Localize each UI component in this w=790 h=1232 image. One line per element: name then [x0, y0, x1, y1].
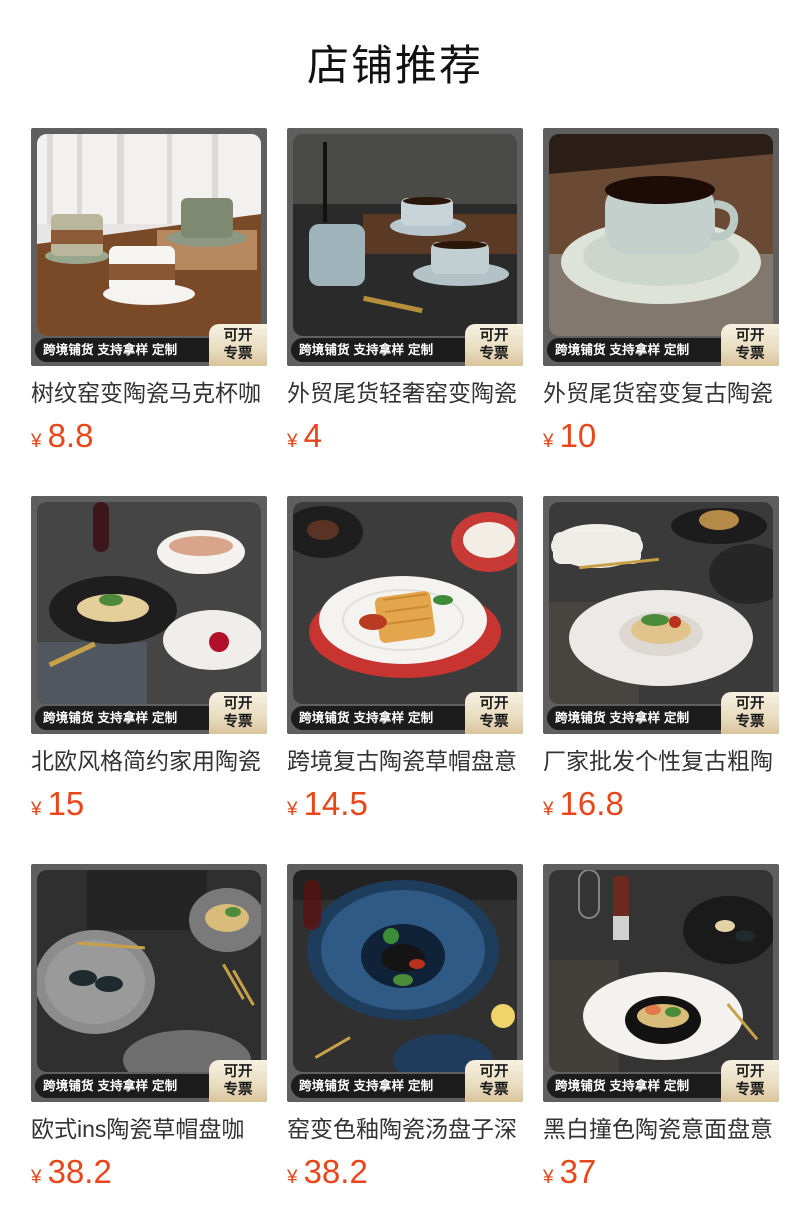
- price-value: 4: [303, 417, 322, 454]
- invoice-tag: 可开 专票: [209, 692, 267, 734]
- product-title[interactable]: 黑白撞色陶瓷意面盘意: [543, 1114, 779, 1144]
- invoice-tag: 可开 专票: [465, 692, 523, 734]
- product-image-frame: 跨境铺货 支持拿样 定制 可开 专票: [31, 864, 267, 1102]
- promo-banner: 跨境铺货 支持拿样 定制 可开 专票: [543, 324, 779, 366]
- product-image-frame: 跨境铺货 支持拿样 定制 可开 专票: [543, 128, 779, 366]
- product-image[interactable]: [293, 870, 517, 1072]
- product-price: ¥37: [543, 1154, 596, 1190]
- price-value: 15: [47, 785, 85, 822]
- promo-strip: 跨境铺货 支持拿样 定制: [35, 338, 213, 362]
- product-image[interactable]: [549, 870, 773, 1072]
- promo-strip: 跨境铺货 支持拿样 定制: [291, 338, 469, 362]
- invoice-tag: 可开 专票: [721, 1060, 779, 1102]
- product-image-frame: 跨境铺货 支持拿样 定制 可开 专票: [543, 496, 779, 734]
- product-card[interactable]: 跨境铺货 支持拿样 定制 可开 专票 北欧风格简约家用陶瓷 ¥15: [31, 496, 267, 824]
- invoice-tag: 可开 专票: [721, 324, 779, 366]
- currency-symbol: ¥: [31, 431, 42, 452]
- promo-banner: 跨境铺货 支持拿样 定制 可开 专票: [31, 692, 267, 734]
- product-card[interactable]: 跨境铺货 支持拿样 定制 可开 专票 黑白撞色陶瓷意面盘意 ¥37: [543, 864, 779, 1192]
- promo-strip: 跨境铺货 支持拿样 定制: [35, 1074, 213, 1098]
- product-card[interactable]: 跨境铺货 支持拿样 定制 可开 专票 跨境复古陶瓷草帽盘意 ¥14.5: [287, 496, 523, 824]
- promo-banner: 跨境铺货 支持拿样 定制 可开 专票: [287, 1060, 523, 1102]
- product-image-frame: 跨境铺货 支持拿样 定制 可开 专票: [543, 864, 779, 1102]
- product-price: ¥38.2: [31, 1154, 112, 1190]
- product-card[interactable]: 跨境铺货 支持拿样 定制 可开 专票 窑变色釉陶瓷汤盘子深 ¥38.2: [287, 864, 523, 1192]
- product-price: ¥15: [31, 786, 84, 822]
- product-price: ¥4: [287, 418, 322, 454]
- price-value: 10: [559, 417, 597, 454]
- product-image-frame: 跨境铺货 支持拿样 定制 可开 专票: [31, 496, 267, 734]
- invoice-tag: 可开 专票: [465, 1060, 523, 1102]
- product-card[interactable]: 跨境铺货 支持拿样 定制 可开 专票 欧式ins陶瓷草帽盘咖 ¥38.2: [31, 864, 267, 1192]
- product-image[interactable]: [37, 502, 261, 704]
- product-image[interactable]: [549, 134, 773, 336]
- invoice-tag: 可开 专票: [209, 1060, 267, 1102]
- product-card[interactable]: 跨境铺货 支持拿样 定制 可开 专票 外贸尾货窑变复古陶瓷 ¥10: [543, 128, 779, 456]
- product-image[interactable]: [37, 870, 261, 1072]
- currency-symbol: ¥: [31, 799, 42, 820]
- product-card[interactable]: 跨境铺货 支持拿样 定制 可开 专票 树纹窑变陶瓷马克杯咖 ¥8.8: [31, 128, 267, 456]
- price-value: 37: [559, 1153, 597, 1190]
- currency-symbol: ¥: [543, 1167, 554, 1188]
- promo-banner: 跨境铺货 支持拿样 定制 可开 专票: [31, 1060, 267, 1102]
- product-title[interactable]: 欧式ins陶瓷草帽盘咖: [31, 1114, 267, 1144]
- currency-symbol: ¥: [287, 799, 298, 820]
- currency-symbol: ¥: [287, 431, 298, 452]
- product-price: ¥16.8: [543, 786, 624, 822]
- promo-banner: 跨境铺货 支持拿样 定制 可开 专票: [543, 692, 779, 734]
- promo-strip: 跨境铺货 支持拿样 定制: [291, 1074, 469, 1098]
- product-card[interactable]: 跨境铺货 支持拿样 定制 可开 专票 外贸尾货轻奢窑变陶瓷 ¥4: [287, 128, 523, 456]
- currency-symbol: ¥: [287, 1167, 298, 1188]
- product-image[interactable]: [37, 134, 261, 336]
- product-image[interactable]: [549, 502, 773, 704]
- currency-symbol: ¥: [543, 431, 554, 452]
- product-title[interactable]: 北欧风格简约家用陶瓷: [31, 746, 267, 776]
- product-price: ¥38.2: [287, 1154, 368, 1190]
- product-price: ¥14.5: [287, 786, 368, 822]
- promo-banner: 跨境铺货 支持拿样 定制 可开 专票: [543, 1060, 779, 1102]
- product-image-frame: 跨境铺货 支持拿样 定制 可开 专票: [31, 128, 267, 366]
- price-value: 38.2: [303, 1153, 368, 1190]
- promo-strip: 跨境铺货 支持拿样 定制: [291, 706, 469, 730]
- product-price: ¥8.8: [31, 418, 93, 454]
- promo-banner: 跨境铺货 支持拿样 定制 可开 专票: [287, 324, 523, 366]
- promo-strip: 跨境铺货 支持拿样 定制: [547, 706, 725, 730]
- product-image[interactable]: [293, 502, 517, 704]
- promo-banner: 跨境铺货 支持拿样 定制 可开 专票: [31, 324, 267, 366]
- product-title[interactable]: 外贸尾货轻奢窑变陶瓷: [287, 378, 523, 408]
- promo-banner: 跨境铺货 支持拿样 定制 可开 专票: [287, 692, 523, 734]
- product-title[interactable]: 窑变色釉陶瓷汤盘子深: [287, 1114, 523, 1144]
- promo-strip: 跨境铺货 支持拿样 定制: [35, 706, 213, 730]
- currency-symbol: ¥: [31, 1167, 42, 1188]
- product-title[interactable]: 跨境复古陶瓷草帽盘意: [287, 746, 523, 776]
- product-title[interactable]: 树纹窑变陶瓷马克杯咖: [31, 378, 267, 408]
- product-image[interactable]: [293, 134, 517, 336]
- currency-symbol: ¥: [543, 799, 554, 820]
- product-title[interactable]: 外贸尾货窑变复古陶瓷: [543, 378, 779, 408]
- page-title: 店铺推荐: [306, 42, 483, 89]
- price-value: 38.2: [47, 1153, 112, 1190]
- product-card[interactable]: 跨境铺货 支持拿样 定制 可开 专票 厂家批发个性复古粗陶 ¥16.8: [543, 496, 779, 824]
- promo-strip: 跨境铺货 支持拿样 定制: [547, 1074, 725, 1098]
- product-image-frame: 跨境铺货 支持拿样 定制 可开 专票: [287, 128, 523, 366]
- product-price: ¥10: [543, 418, 596, 454]
- product-title[interactable]: 厂家批发个性复古粗陶: [543, 746, 779, 776]
- invoice-tag: 可开 专票: [465, 324, 523, 366]
- invoice-tag: 可开 专票: [721, 692, 779, 734]
- price-value: 8.8: [47, 417, 94, 454]
- invoice-tag: 可开 专票: [209, 324, 267, 366]
- promo-strip: 跨境铺货 支持拿样 定制: [547, 338, 725, 362]
- price-value: 14.5: [303, 785, 368, 822]
- product-image-frame: 跨境铺货 支持拿样 定制 可开 专票: [287, 864, 523, 1102]
- price-value: 16.8: [559, 785, 624, 822]
- product-image-frame: 跨境铺货 支持拿样 定制 可开 专票: [287, 496, 523, 734]
